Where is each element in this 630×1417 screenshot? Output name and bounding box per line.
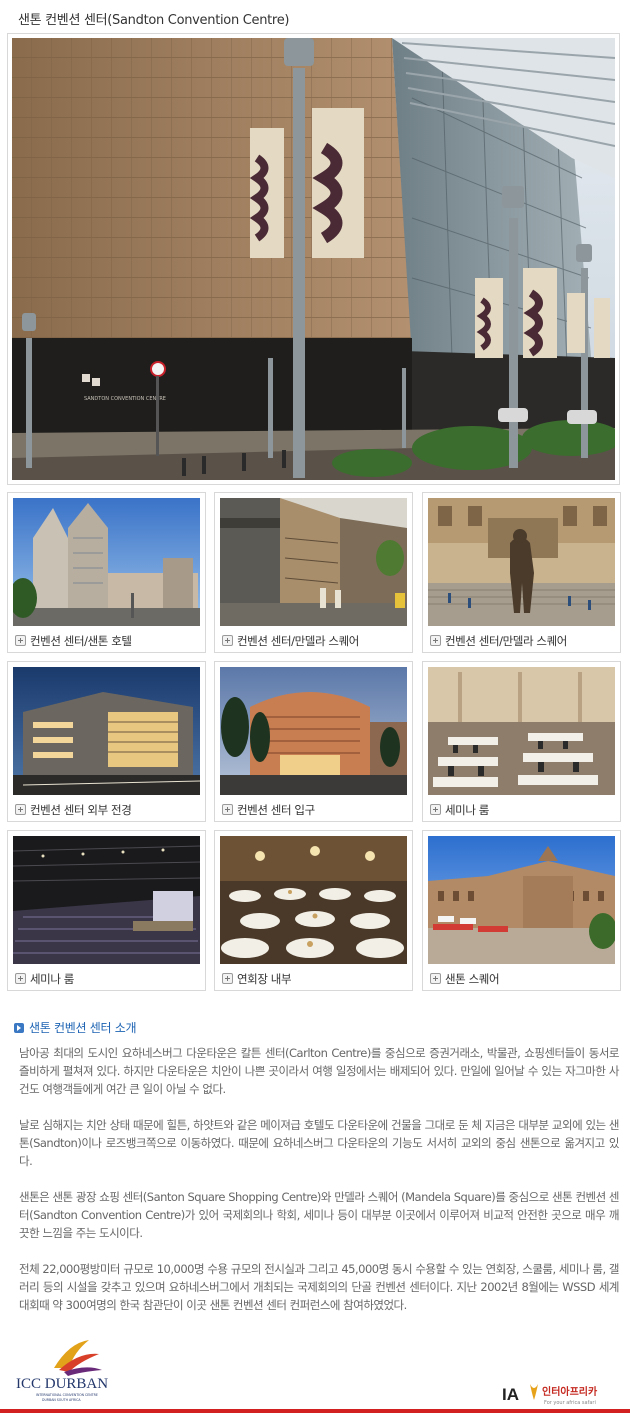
gallery-photo[interactable]	[13, 498, 200, 626]
intro-paragraph: 날로 심해지는 치안 상태 때문에 힐튼, 하얏트와 같은 메이져급 호텔도 다…	[19, 1118, 620, 1168]
hero-photo[interactable]: SANDTON CONVENTION CENTRE	[12, 38, 615, 480]
gallery-caption: 컨벤션 센터 입구	[222, 802, 315, 818]
gallery-caption: 컨벤션 센터 외부 전경	[15, 802, 132, 818]
gallery-item[interactable]: 세미나 룸	[422, 661, 621, 822]
icc-durban-logo[interactable]: ICC DURBAN INTERNATIONAL CONVENTION CENT…	[14, 1338, 134, 1404]
plus-icon[interactable]	[430, 973, 441, 984]
plus-icon[interactable]	[222, 635, 233, 646]
intro-paragraph: 샌톤은 샌톤 광장 쇼핑 센터(Santon Square Shopping C…	[19, 1190, 620, 1240]
gallery-caption: 컨벤션 센터/만델라 스퀘어	[222, 633, 359, 649]
svg-text:DURBAN SOUTH AFRICA: DURBAN SOUTH AFRICA	[42, 1398, 81, 1402]
gallery-item[interactable]: 연회장 내부	[214, 830, 413, 991]
plus-icon[interactable]	[15, 635, 26, 646]
plus-icon[interactable]	[430, 635, 441, 646]
gallery-item[interactable]: 샌톤 스퀘어	[422, 830, 621, 991]
gallery-caption: 연회장 내부	[222, 971, 292, 987]
gallery-photo[interactable]	[220, 667, 407, 795]
gallery-item[interactable]: 세미나 룸	[7, 830, 206, 991]
page-title: 샌톤 컨벤션 센터(Sandton Convention Centre)	[18, 13, 290, 28]
gallery-photo[interactable]	[13, 667, 200, 795]
plus-icon[interactable]	[222, 804, 233, 815]
svg-text:인터아프리카: 인터아프리카	[542, 1385, 598, 1398]
gallery-item[interactable]: 컨벤션 센터 입구	[214, 661, 413, 822]
footer-divider	[0, 1409, 630, 1413]
gallery-caption: 샌톤 스퀘어	[430, 971, 500, 987]
hero-photo-frame: SANDTON CONVENTION CENTRE	[7, 33, 620, 485]
svg-text:IA: IA	[502, 1385, 519, 1404]
arrow-bullet-icon	[14, 1022, 24, 1033]
plus-icon[interactable]	[222, 973, 233, 984]
intro-body: 남아공 최대의 도시인 요하네스버그 다운타운은 칼튼 센터(Carlton C…	[19, 1044, 620, 1332]
gallery-item[interactable]: 컨벤션 센터 외부 전경	[7, 661, 206, 822]
gallery-caption: 세미나 룸	[430, 802, 489, 818]
gallery-item[interactable]: 컨벤션 센터/만델라 스퀘어	[422, 492, 621, 653]
gallery-item[interactable]: 컨벤션 센터/만델라 스퀘어	[214, 492, 413, 653]
gallery-caption: 세미나 룸	[15, 971, 74, 987]
gallery-photo[interactable]	[428, 667, 615, 795]
gallery-caption: 컨벤션 센터/만델라 스퀘어	[430, 633, 567, 649]
plus-icon[interactable]	[430, 804, 441, 815]
gallery-photo[interactable]	[220, 498, 407, 626]
gallery-photo[interactable]	[428, 836, 615, 964]
intro-paragraph: 전체 22,000평방미터 규모로 10,000명 수용 규모의 전시실과 그리…	[19, 1262, 620, 1312]
gallery-photo[interactable]	[13, 836, 200, 964]
svg-text:ICC DURBAN: ICC DURBAN	[16, 1376, 108, 1392]
gallery-item[interactable]: 컨벤션 센터/샌톤 호텔	[7, 492, 206, 653]
svg-text:INTERNATIONAL CONVENTION CENTR: INTERNATIONAL CONVENTION CENTRE	[36, 1393, 98, 1397]
gallery-photo[interactable]	[428, 498, 615, 626]
svg-text:For your africa safari: For your africa safari	[544, 1400, 596, 1406]
interafrica-logo[interactable]: IA 인터아프리카 For your africa safari	[500, 1380, 625, 1406]
gallery-photo[interactable]	[220, 836, 407, 964]
section-heading: 샌톤 컨벤션 센터 소개	[14, 1019, 137, 1036]
plus-icon[interactable]	[15, 973, 26, 984]
intro-paragraph: 남아공 최대의 도시인 요하네스버그 다운타운은 칼튼 센터(Carlton C…	[19, 1046, 620, 1096]
svg-text:SANDTON CONVENTION CENTRE: SANDTON CONVENTION CENTRE	[84, 396, 166, 402]
plus-icon[interactable]	[15, 804, 26, 815]
gallery-caption: 컨벤션 센터/샌톤 호텔	[15, 633, 132, 649]
